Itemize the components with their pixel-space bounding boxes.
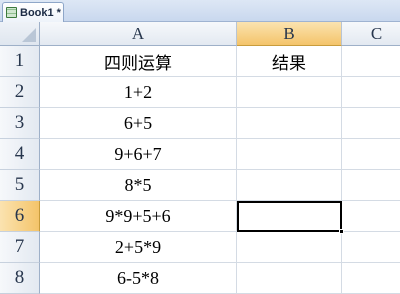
row-header[interactable]: 8 (0, 263, 40, 294)
row-header[interactable]: 1 (0, 46, 40, 77)
column-header-c[interactable]: C (342, 22, 400, 46)
cell-a3[interactable]: 6+5 (40, 108, 237, 139)
row-header[interactable]: 5 (0, 170, 40, 201)
row-header[interactable]: 7 (0, 232, 40, 263)
cell-c5[interactable] (342, 170, 400, 201)
cell-c2[interactable] (342, 77, 400, 108)
spreadsheet-grid: A B C 1 四则运算 结果 2 1+2 3 6+5 4 9+6+7 5 8*… (0, 22, 400, 294)
cell-b8[interactable] (237, 263, 342, 294)
cell-b6-selected[interactable] (237, 201, 344, 234)
cell-b3[interactable] (237, 108, 342, 139)
cell-a5[interactable]: 8*5 (40, 170, 237, 201)
table-row: 6 9*9+5+6 (0, 201, 400, 234)
cell-c7[interactable] (342, 232, 400, 263)
table-row: 3 6+5 (0, 108, 400, 139)
table-row: 5 8*5 (0, 170, 400, 201)
cell-a4[interactable]: 9+6+7 (40, 139, 237, 170)
cell-c3[interactable] (342, 108, 400, 139)
select-all-triangle-icon (22, 28, 36, 42)
row-header[interactable]: 3 (0, 108, 40, 139)
fill-handle[interactable] (339, 229, 344, 234)
table-row: 1 四则运算 结果 (0, 46, 400, 77)
column-header-a[interactable]: A (40, 22, 237, 46)
table-row: 8 6-5*8 (0, 263, 400, 294)
cell-a2[interactable]: 1+2 (40, 77, 237, 108)
cell-a1[interactable]: 四则运算 (40, 46, 237, 77)
cell-b4[interactable] (237, 139, 342, 170)
cell-a8[interactable]: 6-5*8 (40, 263, 237, 294)
column-header-b[interactable]: B (237, 22, 342, 46)
workbook-tab[interactable]: Book1 * (2, 2, 64, 22)
row-header[interactable]: 6 (0, 201, 40, 232)
cell-b1[interactable]: 结果 (237, 46, 342, 77)
cell-c8[interactable] (342, 263, 400, 294)
table-row: 2 1+2 (0, 77, 400, 108)
cell-b5[interactable] (237, 170, 342, 201)
table-row: 4 9+6+7 (0, 139, 400, 170)
cell-a6[interactable]: 9*9+5+6 (40, 201, 237, 232)
cell-b2[interactable] (237, 77, 342, 108)
cell-a7[interactable]: 2+5*9 (40, 232, 237, 263)
workbook-tab-strip: Book1 * (0, 0, 400, 22)
cell-c6[interactable] (342, 201, 400, 232)
table-row: 7 2+5*9 (0, 232, 400, 263)
spreadsheet-icon (6, 7, 17, 18)
cell-c4[interactable] (342, 139, 400, 170)
row-header[interactable]: 4 (0, 139, 40, 170)
cell-c1[interactable] (342, 46, 400, 77)
select-all-corner[interactable] (0, 22, 40, 46)
workbook-tab-label: Book1 * (20, 6, 61, 19)
cell-b7[interactable] (237, 232, 342, 263)
row-header[interactable]: 2 (0, 77, 40, 108)
